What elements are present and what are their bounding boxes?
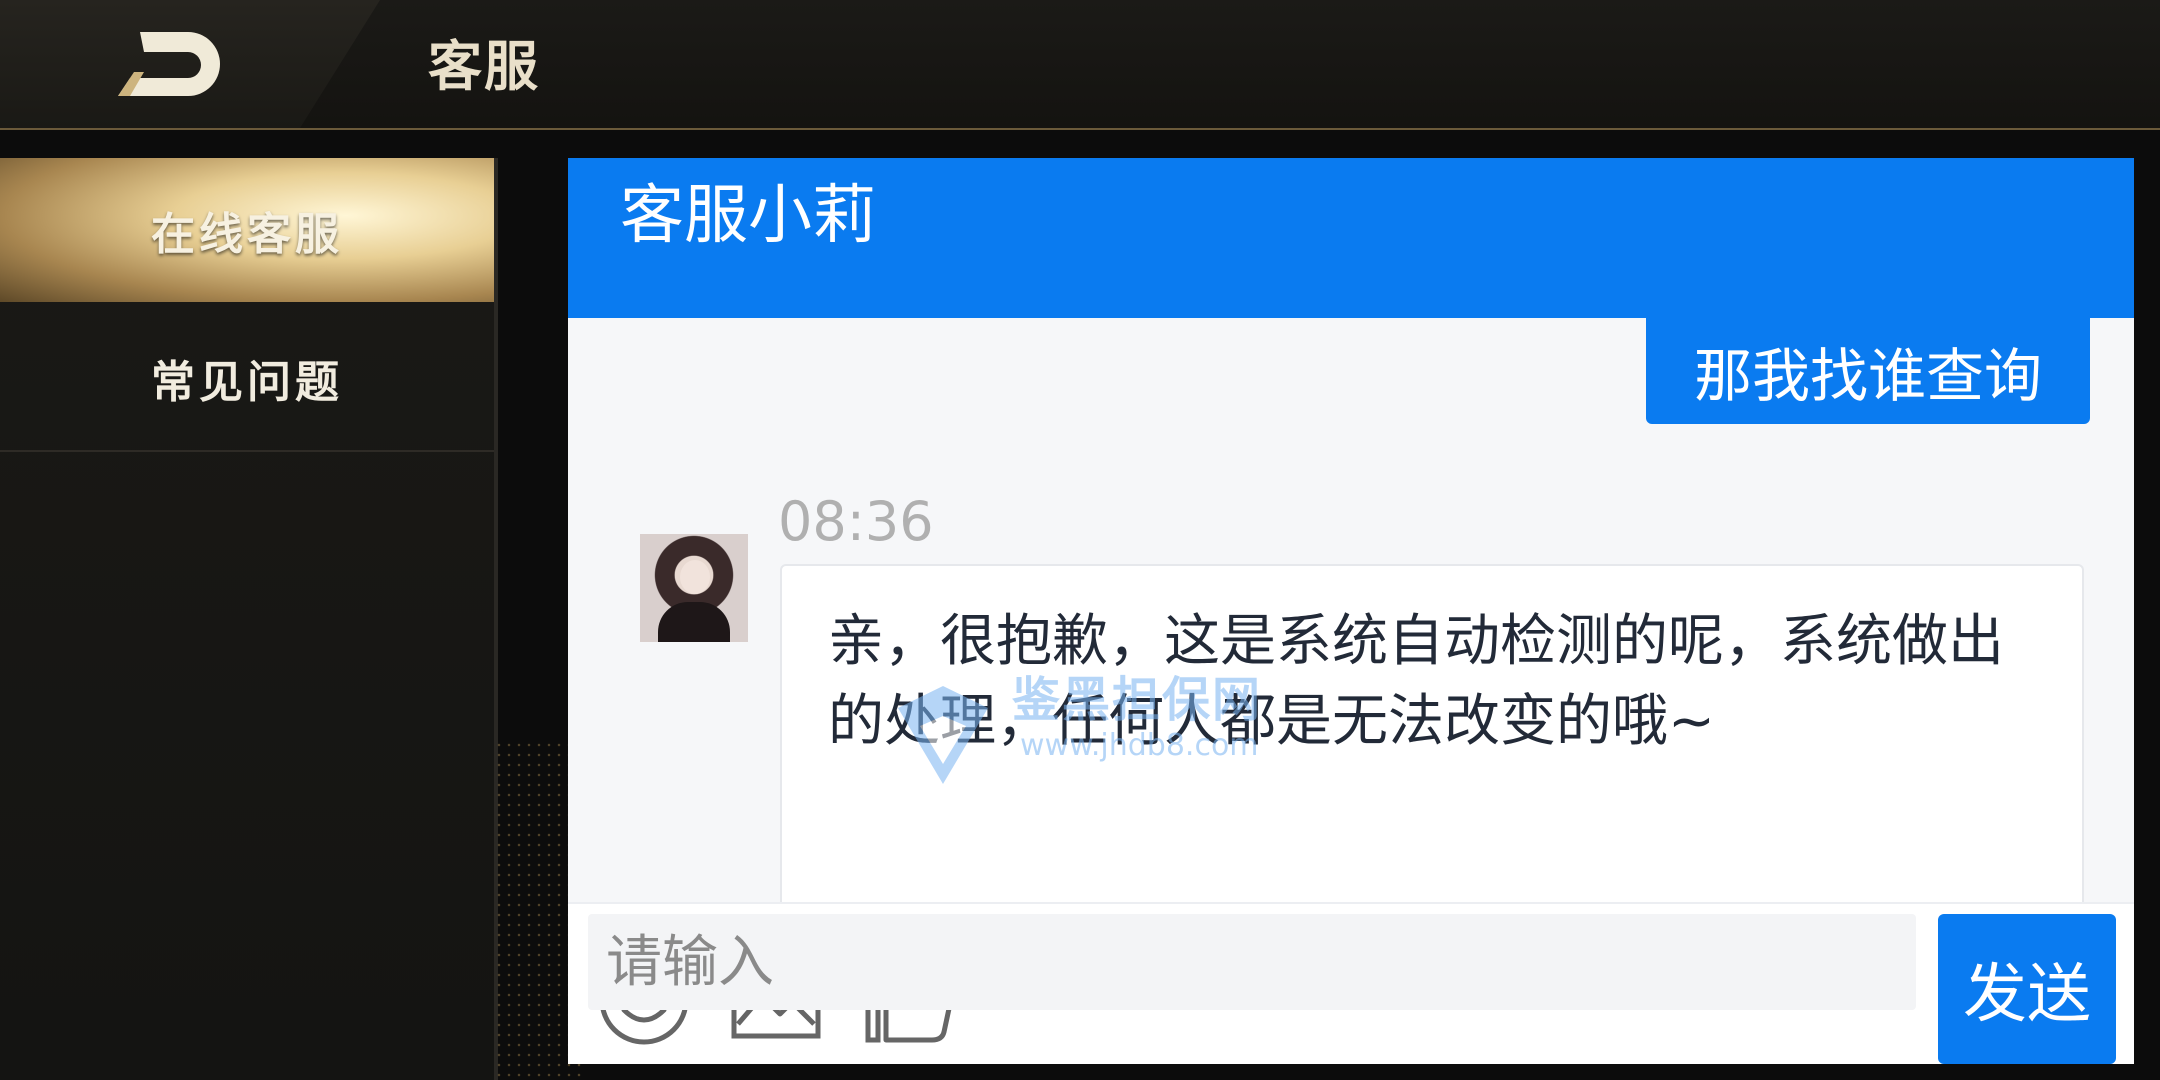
message-input-container [588, 914, 1916, 1010]
message-timestamp: 08:36 [778, 490, 934, 553]
sidebar-item-faq[interactable]: 常见问题 [0, 306, 494, 450]
sidebar: 在线客服 常见问题 [0, 158, 498, 1080]
sidebar-divider [0, 450, 494, 452]
agent-message-text: 亲，很抱歉，这是系统自动检测的呢，系统做出的处理，任何人都是无法改变的哦~ [828, 609, 2004, 754]
message-list[interactable]: 那我找谁查询 08:36 亲，很抱歉，这是系统自动检测的呢，系统做出的处理，任何… [568, 318, 2134, 902]
agent-message-bubble: 亲，很抱歉，这是系统自动检测的呢，系统做出的处理，任何人都是无法改变的哦~ [780, 564, 2084, 902]
avatar-body [658, 602, 730, 642]
avatar-face [680, 560, 710, 594]
send-button[interactable]: 发送 [1938, 914, 2116, 1064]
top-bar: 客服 [0, 0, 2160, 130]
page-title: 客服 [428, 35, 540, 98]
chat-header: 客服小莉 [568, 158, 2134, 318]
avatar[interactable] [640, 534, 748, 642]
back-arrow-icon[interactable] [110, 26, 220, 102]
message-input[interactable] [588, 914, 1916, 1010]
sidebar-item-online-service[interactable]: 在线客服 [0, 158, 494, 302]
user-message-bubble: 那我找谁查询 [1645, 318, 2090, 424]
agent-name: 客服小莉 [620, 179, 876, 253]
